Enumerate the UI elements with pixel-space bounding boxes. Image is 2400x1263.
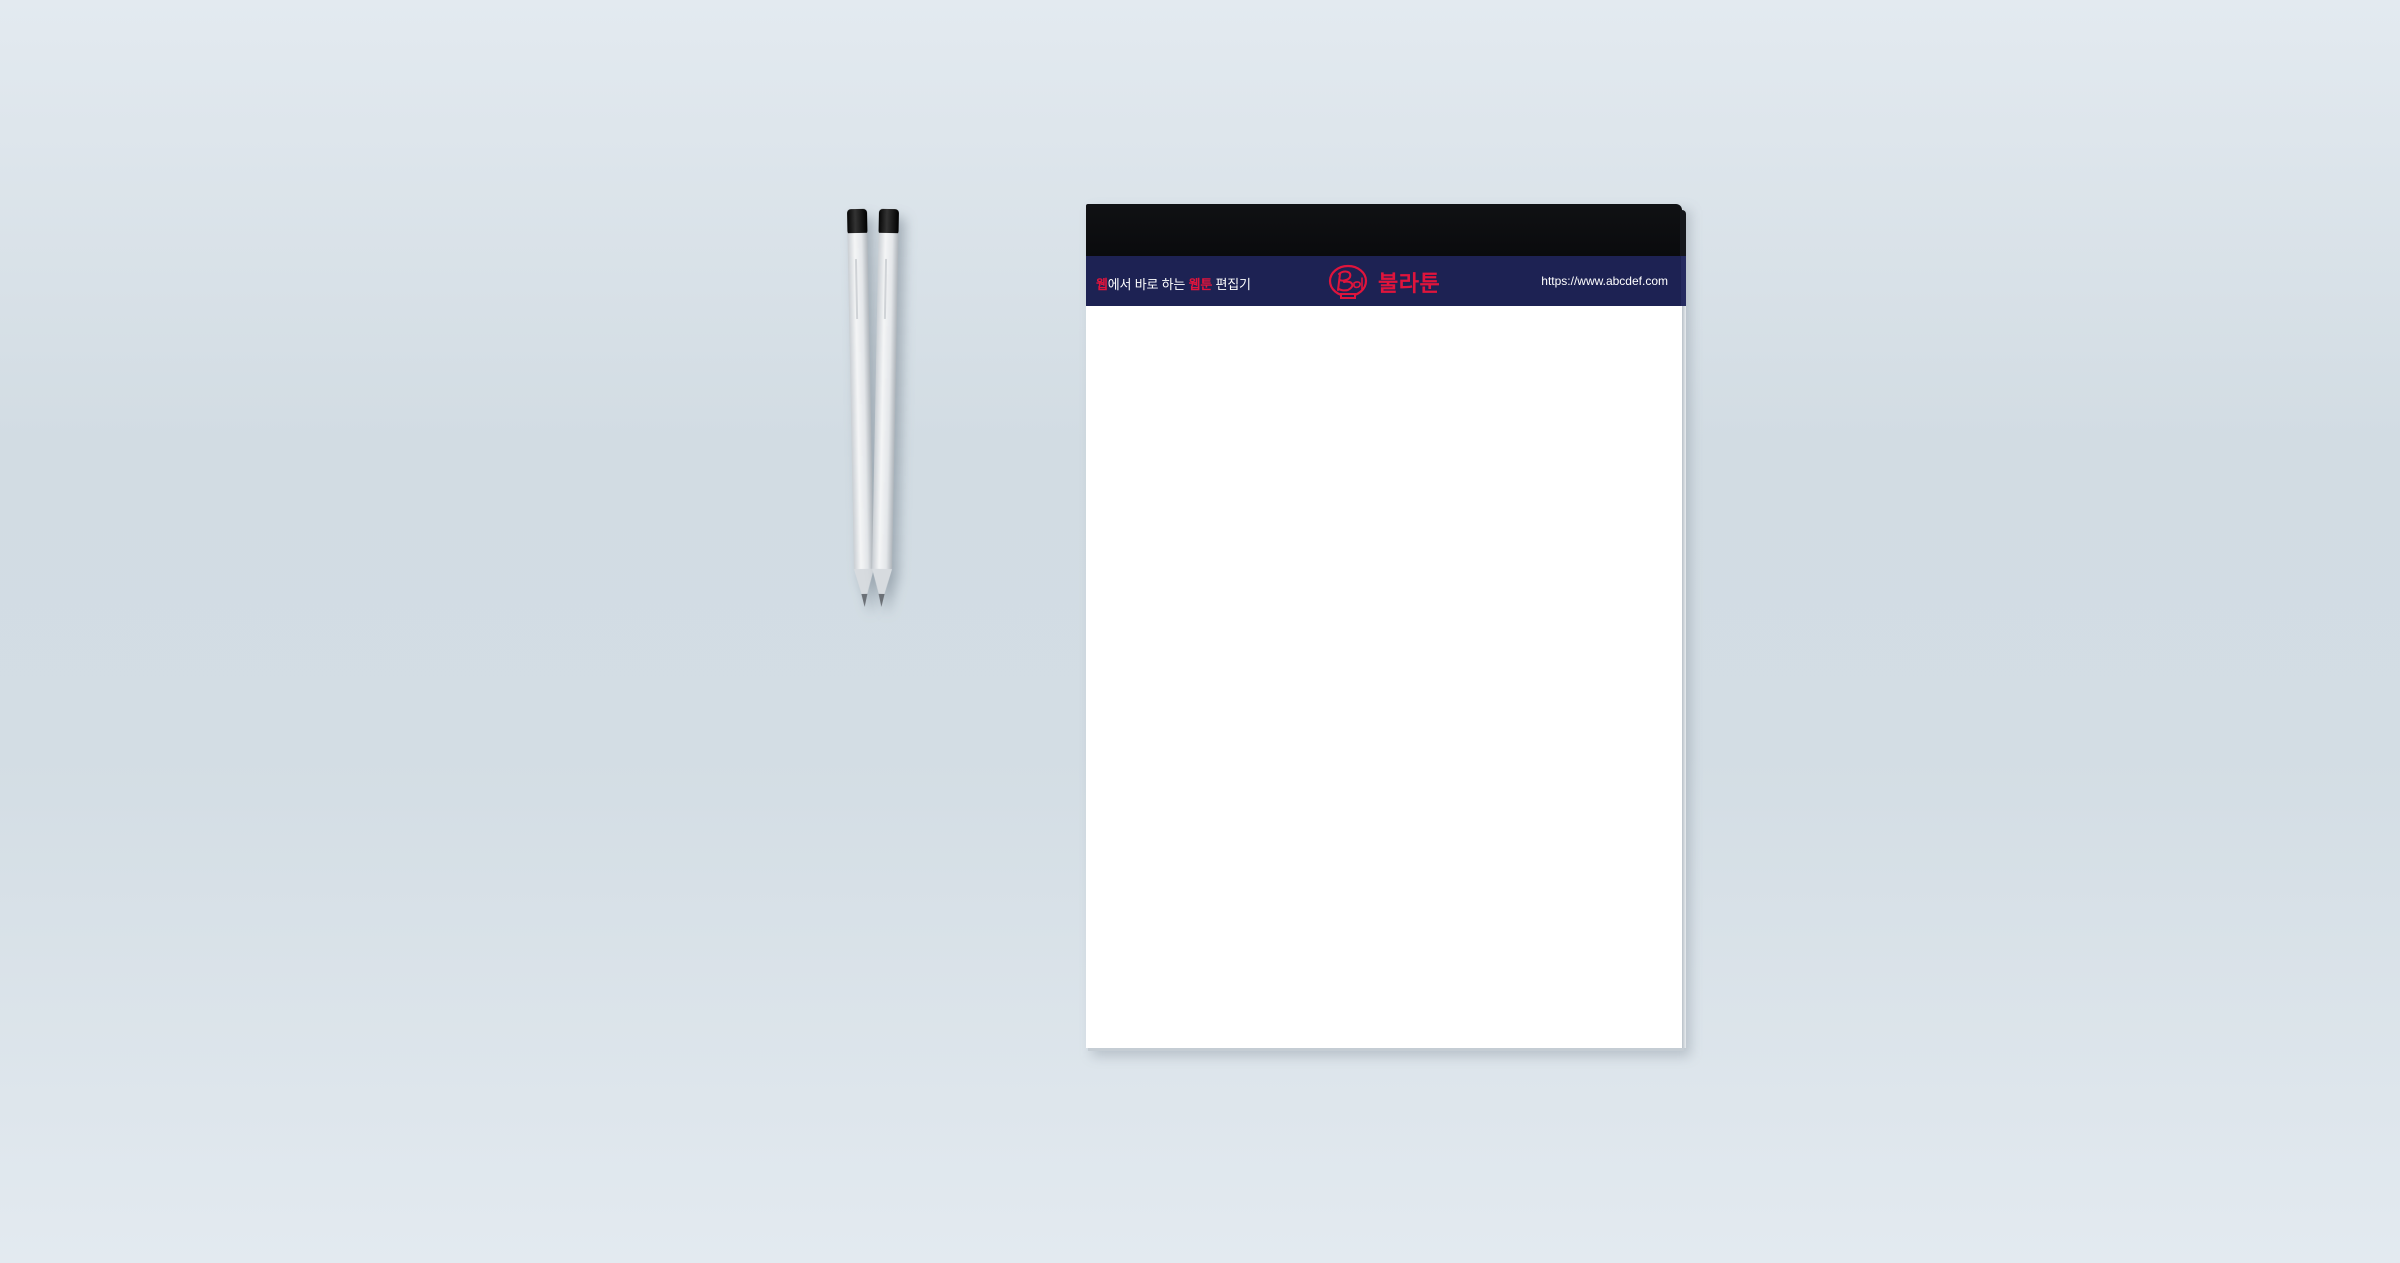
tagline-accent-webtoon: 웹툰 — [1188, 277, 1213, 292]
tagline-accent-web: 웹 — [1096, 277, 1108, 292]
paper-stack-edge — [1682, 306, 1686, 1048]
pencil-right — [870, 208, 900, 609]
website-url: https://www.abcdef.com — [1541, 274, 1668, 288]
header-tagline: 웹에서 바로 하는 웹툰 편집기 — [1096, 274, 1251, 293]
notepad-header: 웹에서 바로 하는 웹툰 편집기 불라툰 https://www.abcdef.… — [1086, 256, 1686, 310]
paper-stack-bottom — [1088, 1048, 1684, 1051]
tagline-text-1: 에서 바로 하는 — [1107, 277, 1189, 292]
notepad-mockup: 웹에서 바로 하는 웹툰 편집기 불라툰 https://www.abcdef.… — [1086, 204, 1690, 1056]
tagline-text-2: 편집기 — [1212, 277, 1251, 292]
pencil-icon — [872, 208, 899, 607]
bootoon-logo-icon — [1326, 262, 1374, 302]
brand-name: 불라툰 — [1378, 271, 1441, 296]
notepad-binding — [1086, 204, 1686, 264]
notepad-paper — [1086, 306, 1682, 1048]
brand-logo: 불라툰 — [1326, 262, 1440, 302]
